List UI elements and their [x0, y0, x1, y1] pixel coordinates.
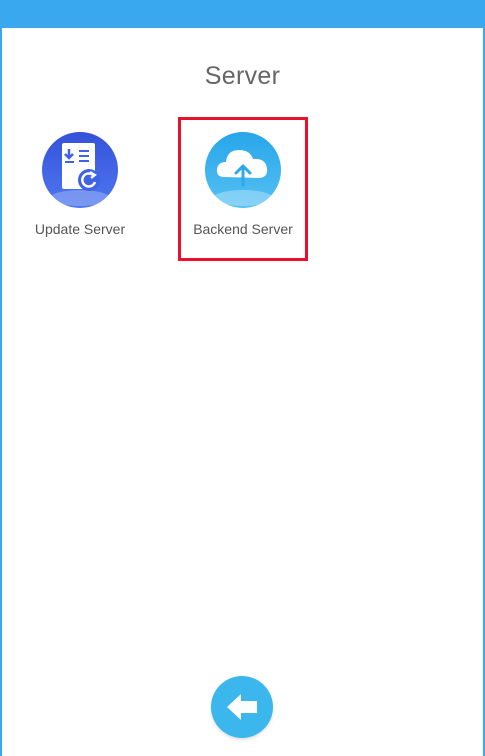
page-title: Server [204, 62, 281, 90]
app-frame [0, 0, 485, 756]
top-bar [0, 0, 485, 28]
update-document-icon [42, 132, 118, 208]
back-button[interactable] [211, 676, 273, 738]
backend-server-label: Backend Server [193, 221, 293, 237]
update-server-tile[interactable]: Update Server [15, 125, 145, 255]
cloud-upload-icon [205, 132, 281, 208]
update-server-label: Update Server [34, 221, 126, 237]
backend-server-tile[interactable]: Backend Server [178, 125, 308, 255]
back-arrow-icon [227, 694, 257, 720]
